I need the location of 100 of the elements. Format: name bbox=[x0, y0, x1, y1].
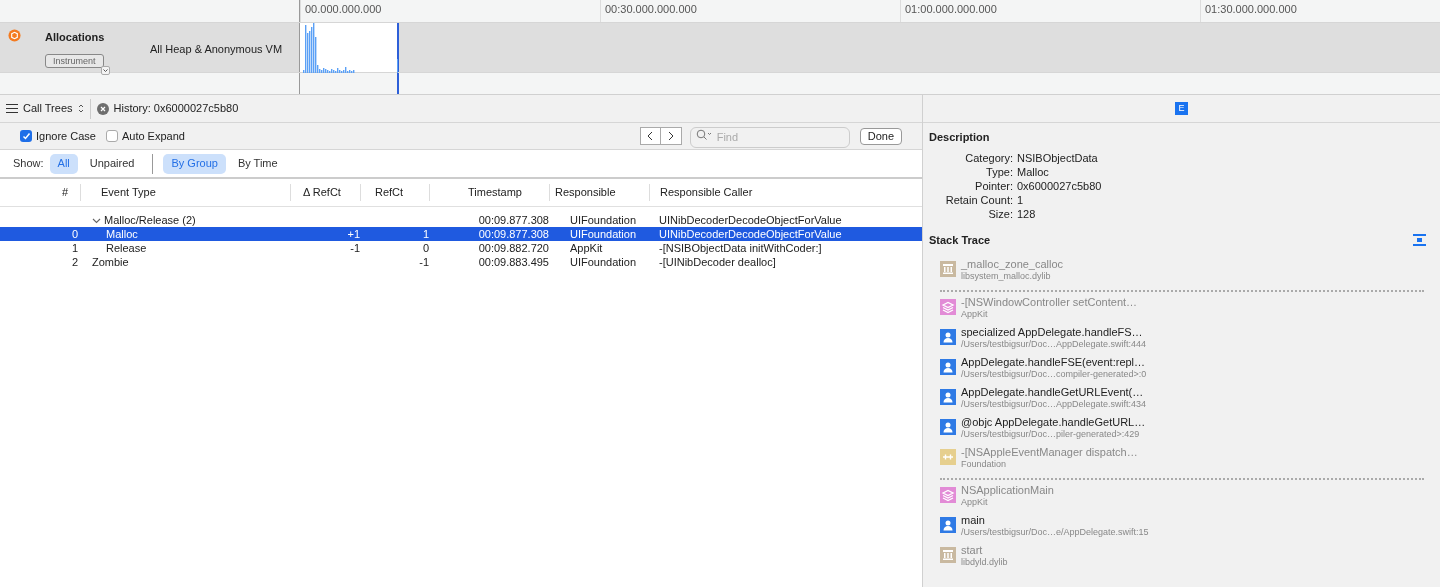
table-cell: 00:09.877.308 bbox=[478, 227, 549, 240]
filter-button[interactable]: All bbox=[49, 153, 78, 174]
field-label: Size: bbox=[987, 206, 1013, 221]
table-cell: 1 bbox=[71, 241, 78, 254]
table-cell: 2 bbox=[71, 255, 78, 268]
extended-detail-tab[interactable]: E bbox=[1175, 102, 1188, 115]
chevron-left-icon bbox=[647, 131, 654, 141]
frame-location: /Users/testbigsur/Doc…compiler-generated>:0 bbox=[961, 369, 1147, 380]
frame-symbol: start bbox=[961, 544, 984, 557]
person-icon bbox=[940, 389, 956, 405]
layers-icon bbox=[940, 299, 956, 315]
person-icon bbox=[940, 329, 956, 345]
ruler-label: 00:30.000.000.000 bbox=[605, 3, 697, 15]
frame-symbol: AppDelegate.handleFSE(event:repl… bbox=[961, 356, 1147, 369]
field-label: Category: bbox=[964, 150, 1013, 165]
view-menu-button[interactable]: Call Trees bbox=[6, 98, 91, 119]
track-name: Allocations bbox=[45, 30, 106, 45]
field-value: 0x6000027c5b80 bbox=[1017, 178, 1102, 193]
stack-frame[interactable]: AppDelegate.handleGetURLEvent(… /Users/testbigsur/Doc…AppDelegate.swift:434 bbox=[940, 386, 1424, 416]
frame-symbol: AppDelegate.handleGetURLEvent(… bbox=[961, 386, 1145, 399]
table-cell: UIFoundation bbox=[570, 213, 637, 226]
column-header[interactable]: Event Type bbox=[101, 186, 156, 199]
table-cell: Malloc/Release (2) bbox=[104, 214, 196, 226]
frame-symbol: main bbox=[961, 514, 986, 527]
table-row[interactable]: 0 Malloc +1 1 00:09.877.308 UIFoundation UINibDecoderDecodeObjectForValue bbox=[0, 227, 922, 241]
menu-icon bbox=[6, 104, 18, 113]
table-cell: 0 bbox=[422, 241, 429, 254]
table-cell: 00:09.882.720 bbox=[478, 241, 549, 254]
table-cell: -1 bbox=[350, 241, 360, 254]
column-header[interactable]: Δ RefCt bbox=[303, 186, 341, 199]
collapse-icon[interactable] bbox=[1413, 233, 1426, 246]
columns-icon bbox=[940, 261, 956, 277]
column-header[interactable]: Responsible Caller bbox=[660, 186, 753, 199]
column-header[interactable]: # bbox=[61, 186, 68, 199]
frame-location: libsystem_malloc.dylib bbox=[961, 271, 1052, 282]
frame-location: /Users/testbigsur/Doc…AppDelegate.swift:444 bbox=[961, 339, 1147, 350]
table-row[interactable]: 1 Release -1 0 00:09.882.720 AppKit -[NSIBObjectData initWithCoder:] bbox=[0, 241, 922, 255]
instrument-button[interactable]: Instrument bbox=[45, 53, 104, 68]
show-label: Show: bbox=[13, 156, 44, 172]
frame-symbol: NSApplicationMain bbox=[961, 484, 1054, 497]
filter-button[interactable]: By Group bbox=[163, 153, 226, 174]
field-value: 1 bbox=[1017, 192, 1024, 207]
frame-location: Foundation bbox=[961, 459, 1008, 470]
filter-button[interactable]: By Time bbox=[229, 153, 286, 174]
search-icon bbox=[695, 129, 712, 140]
person-icon bbox=[940, 517, 956, 533]
checkbox[interactable] bbox=[105, 130, 118, 142]
table-cell: 0 bbox=[71, 227, 78, 240]
chevron-icon[interactable] bbox=[100, 65, 110, 75]
ruler-label: 01:30.000.000.000 bbox=[1205, 3, 1297, 15]
person-icon bbox=[940, 419, 956, 435]
frame-location: /Users/testbigsur/Doc…AppDelegate.swift:434 bbox=[961, 399, 1147, 410]
table-cell: 00:09.883.495 bbox=[478, 255, 549, 268]
stack-frame[interactable]: AppDelegate.handleFSE(event:repl… /Users/testbigsur/Doc…compiler-generated>:0 bbox=[940, 356, 1424, 386]
find-field[interactable]: Find bbox=[689, 126, 850, 148]
field-label: Type: bbox=[985, 164, 1013, 179]
column-header[interactable]: Responsible bbox=[555, 186, 616, 199]
frame-symbol: -[NSWindowController setContent… bbox=[961, 296, 1138, 309]
table-cell: -[NSIBObjectData initWithCoder:] bbox=[659, 241, 822, 254]
frame-location: /Users/testbigsur/Doc…piler-generated>:429 bbox=[961, 429, 1141, 440]
table-row[interactable]: 2 Zombie -1 00:09.883.495 UIFoundation -[UINibDecoder dealloc] bbox=[0, 255, 922, 269]
frame-symbol: _malloc_zone_calloc bbox=[961, 258, 1064, 271]
table-cell: -[UINibDecoder dealloc] bbox=[659, 255, 776, 268]
columns-icon bbox=[940, 547, 956, 563]
table-cell: Zombie bbox=[92, 256, 129, 268]
table-cell: 00:09.877.308 bbox=[478, 213, 549, 226]
filter-button[interactable]: Unpaired bbox=[81, 153, 143, 174]
stack-frame[interactable]: specialized AppDelegate.handleFS… /Users/testbigsur/Doc…AppDelegate.swift:444 bbox=[940, 326, 1424, 356]
layers-icon bbox=[940, 487, 956, 503]
frame-symbol: -[NSAppleEventManager dispatch… bbox=[961, 446, 1138, 459]
checkbox-label: Auto Expand bbox=[121, 128, 185, 144]
section-title: Stack Trace bbox=[929, 232, 992, 248]
table-cell: Malloc bbox=[106, 228, 138, 240]
table-cell: -1 bbox=[419, 255, 429, 268]
checkbox-label: Ignore Case bbox=[36, 128, 96, 144]
table-cell: UINibDecoderDecodeObjectForValue bbox=[659, 213, 842, 226]
done-button[interactable]: Done bbox=[859, 127, 902, 145]
field-value: Malloc bbox=[1017, 164, 1049, 179]
table-cell: 1 bbox=[422, 227, 429, 240]
up-down-icon bbox=[77, 104, 84, 113]
column-header[interactable]: RefCt bbox=[375, 186, 404, 199]
frame-symbol: specialized AppDelegate.handleFS… bbox=[961, 326, 1144, 339]
allocations-icon bbox=[8, 29, 21, 42]
close-icon[interactable] bbox=[96, 102, 109, 115]
chevron-right-icon bbox=[667, 131, 674, 141]
stack-frame[interactable]: main /Users/testbigsur/Doc…e/AppDelegate.swift:15 bbox=[940, 514, 1424, 544]
arrows-icon bbox=[940, 449, 956, 465]
column-header[interactable]: Timestamp bbox=[468, 186, 522, 199]
field-label: Pointer: bbox=[974, 178, 1013, 193]
field-label: Retain Count: bbox=[944, 192, 1013, 207]
stack-frame[interactable]: @objc AppDelegate.handleGetURL… /Users/testbigsur/Doc…piler-generated>:429 bbox=[940, 416, 1424, 446]
field-value: 128 bbox=[1017, 206, 1036, 221]
frame-location: AppKit bbox=[961, 309, 989, 320]
checkbox[interactable] bbox=[20, 130, 32, 142]
section-title: Description bbox=[929, 130, 991, 145]
frame-location: AppKit bbox=[961, 497, 989, 508]
frame-location: libdyld.dylib bbox=[961, 557, 1008, 568]
ruler-label: 01:00.000.000.000 bbox=[905, 3, 997, 15]
table-row[interactable]: Malloc/Release (2) 00:09.877.308 UIFoundation UINibDecoderDecodeObjectForValue bbox=[0, 213, 922, 227]
history-label: History: 0x6000027c5b80 bbox=[113, 101, 239, 117]
